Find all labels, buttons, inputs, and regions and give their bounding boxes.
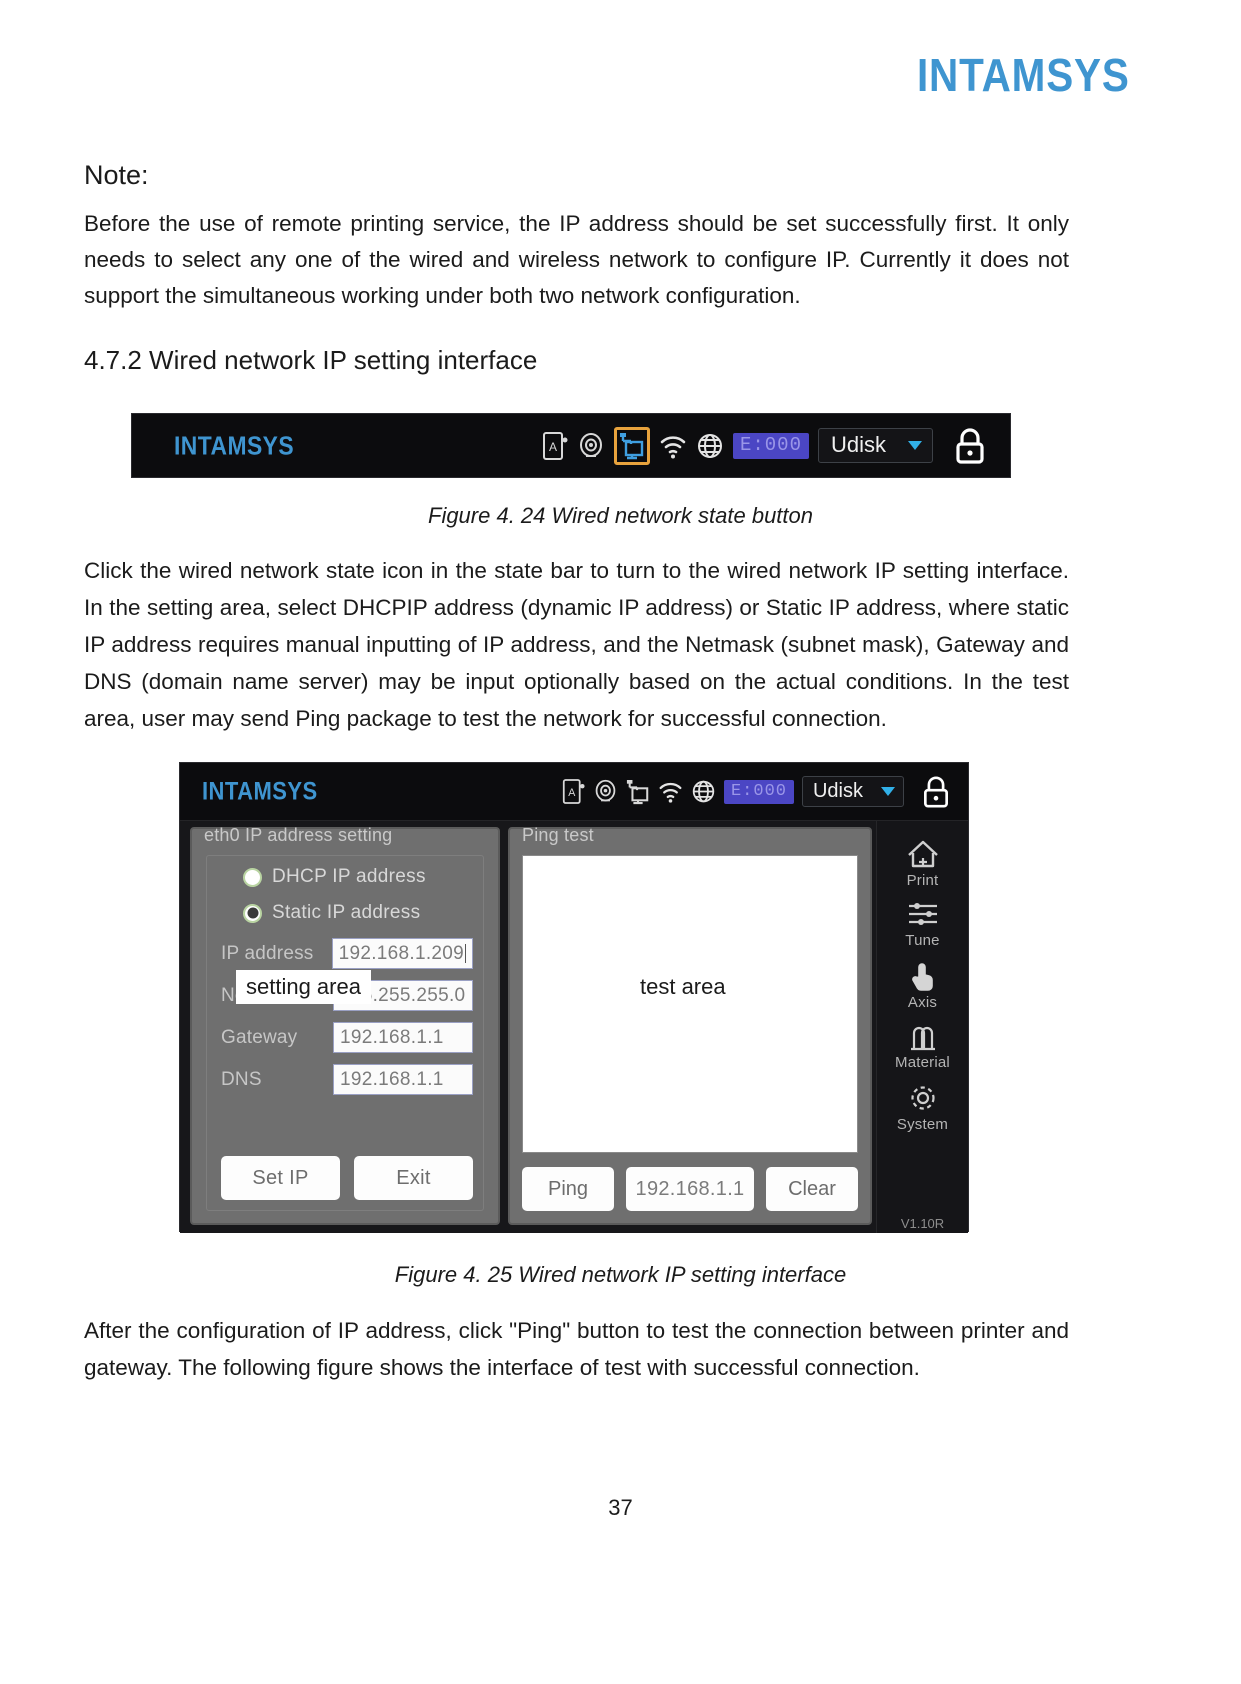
note-paragraph: Before the use of remote printing servic…	[84, 211, 1069, 308]
document-page: INTAMSYS Note: Before the use of remote …	[0, 0, 1241, 1684]
storage-selector[interactable]: Udisk	[801, 776, 904, 807]
lock-icon[interactable]	[952, 427, 988, 465]
radio-dhcp-indicator[interactable]	[243, 867, 262, 887]
rail-label-print: Print	[906, 872, 939, 889]
sliders-icon	[903, 899, 943, 931]
field-dns-input[interactable]: 192.168.1.1	[333, 1064, 473, 1095]
wired-network-icon[interactable]	[619, 432, 645, 460]
section-heading: 4.7.2 Wired network IP setting interface	[84, 345, 538, 375]
note-title: Note:	[84, 160, 149, 190]
device-body: eth0 IP address setting DHCP IP address …	[180, 821, 968, 1233]
rail-item-material[interactable]: Material	[877, 1021, 968, 1071]
field-gateway[interactable]: Gateway 192.168.1.1	[221, 1022, 473, 1053]
figure-4-24-statusbar: INTAMSYS A E:000 Udisk	[131, 413, 1011, 478]
storage-label: Udisk	[812, 780, 863, 802]
field-dns[interactable]: DNS 192.168.1.1	[221, 1064, 473, 1095]
ping-button[interactable]: Ping	[522, 1167, 614, 1211]
rail-label-tune: Tune	[905, 932, 940, 949]
set-ip-button[interactable]: Set IP	[221, 1156, 340, 1200]
field-gateway-input[interactable]: 192.168.1.1	[333, 1022, 473, 1053]
radio-static-ip-address[interactable]: Static IP address	[243, 902, 473, 924]
error-code-chip: E:000	[723, 779, 794, 804]
filament-spools-icon	[903, 1021, 943, 1053]
field-gateway-label: Gateway	[221, 1026, 298, 1048]
nozzle-lock-icon[interactable]: A	[562, 778, 585, 805]
globe-network-icon[interactable]	[691, 779, 716, 804]
rail-label-system: System	[896, 1116, 949, 1133]
storage-selector[interactable]: Udisk	[817, 428, 933, 463]
nozzle-lock-icon[interactable]: A	[542, 431, 568, 461]
eth0-settings-inner: DHCP IP address Static IP address IP add…	[206, 855, 484, 1211]
bed-leveling-icon[interactable]	[577, 431, 605, 461]
wifi-icon[interactable]	[658, 779, 683, 804]
ping-controls-row: Ping 192.168.1.1 Clear	[522, 1167, 858, 1211]
clear-button[interactable]: Clear	[766, 1167, 858, 1211]
device-statusbar-tray: A E:000 Udisk	[562, 775, 952, 809]
ping-test-title: Ping test	[522, 825, 594, 845]
radio-dhcp-ip-address[interactable]: DHCP IP address	[243, 866, 473, 888]
annotation-setting-area: setting area	[236, 970, 371, 1004]
field-dns-label: DNS	[221, 1068, 262, 1090]
storage-label: Udisk	[830, 432, 886, 457]
field-ip-address[interactable]: IP address 192.168.1.209	[221, 938, 473, 969]
chevron-down-icon[interactable]	[881, 786, 895, 796]
home-icon	[903, 837, 943, 871]
eth0-settings-title: eth0 IP address setting	[204, 825, 393, 845]
body-paragraph-2: After the configuration of IP address, c…	[84, 1318, 1069, 1380]
device-statusbar: INTAMSYS A E:000 Udisk	[180, 763, 968, 821]
ping-test-panel: Ping test Ping 192.168.1.1 Clear	[508, 825, 872, 1225]
svg-text:A: A	[568, 787, 576, 799]
gear-icon	[904, 1081, 942, 1115]
device-content: eth0 IP address setting DHCP IP address …	[180, 821, 876, 1233]
chevron-down-icon[interactable]	[908, 440, 922, 450]
firmware-version: V1.10R	[900, 1216, 945, 1231]
globe-network-icon[interactable]	[696, 432, 724, 460]
radio-dhcp-label: DHCP IP address	[272, 866, 426, 887]
device-statusbar-logo: INTAMSYS	[202, 777, 318, 805]
field-ip-address-label: IP address	[221, 942, 314, 964]
page-number: 37	[608, 1495, 633, 1520]
eth0-settings-panel: eth0 IP address setting DHCP IP address …	[190, 825, 500, 1225]
statusbar-logo: INTAMSYS	[174, 430, 295, 460]
body-paragraph-1: Click the wired network state icon in th…	[84, 558, 1069, 731]
lock-icon[interactable]	[920, 775, 952, 809]
wired-network-icon[interactable]	[626, 779, 650, 805]
header-logo: INTAMSYS	[917, 49, 1131, 101]
rail-label-axis: Axis	[907, 994, 938, 1011]
ping-target-input[interactable]: 192.168.1.1	[626, 1167, 754, 1211]
svg-text:A: A	[549, 440, 557, 454]
annotation-test-area: test area	[640, 974, 726, 999]
field-ip-address-input[interactable]: 192.168.1.209	[331, 938, 473, 969]
error-code-chip: E:000	[732, 432, 809, 459]
wifi-icon[interactable]	[659, 432, 687, 460]
hand-touch-icon	[903, 959, 943, 993]
rail-item-system[interactable]: System	[877, 1081, 968, 1133]
ping-test-log[interactable]	[522, 855, 858, 1153]
rail-item-print[interactable]: Print	[877, 837, 968, 889]
rail-item-tune[interactable]: Tune	[877, 899, 968, 949]
bed-leveling-icon[interactable]	[593, 778, 618, 805]
device-nav-rail: Print Tune Axis Material System V1.10R	[876, 821, 968, 1233]
settings-button-row: Set IP Exit	[221, 1144, 473, 1200]
exit-button[interactable]: Exit	[354, 1156, 473, 1200]
rail-label-material: Material	[895, 1054, 950, 1071]
radio-static-label: Static IP address	[272, 902, 421, 923]
radio-static-indicator[interactable]	[243, 903, 262, 923]
statusbar-tray: A E:000 Udisk	[542, 426, 988, 465]
figure-4-24-caption: Figure 4. 24 Wired network state button	[428, 503, 813, 528]
wired-network-icon-highlight[interactable]	[613, 426, 650, 465]
figure-4-25-caption: Figure 4. 25 Wired network IP setting in…	[394, 1262, 847, 1287]
rail-item-axis[interactable]: Axis	[877, 959, 968, 1011]
